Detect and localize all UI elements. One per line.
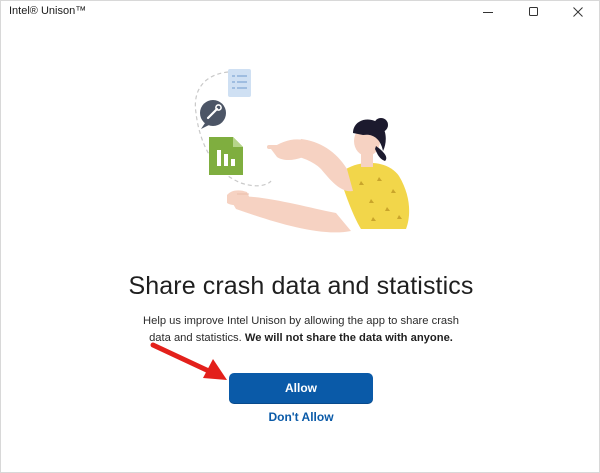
maximize-icon: [529, 7, 538, 16]
app-window: Intel® Unison™ Share crash data and stat…: [0, 0, 600, 473]
chart-document-icon: [209, 137, 243, 175]
window-title: Intel® Unison™: [9, 5, 87, 17]
red-arrow-icon: [150, 342, 227, 380]
list-document-icon: [228, 69, 251, 97]
crash-data-illustration: [194, 69, 410, 233]
minimize-button[interactable]: [465, 1, 511, 23]
minimize-icon: [483, 12, 493, 13]
wrench-icon: [200, 100, 226, 129]
close-button[interactable]: [555, 1, 600, 23]
allow-button[interactable]: Allow: [229, 373, 373, 403]
dialog-heading: Share crash data and statistics: [128, 272, 474, 300]
close-icon: [573, 7, 583, 17]
title-bar: Intel® Unison™: [1, 1, 600, 25]
person-illustration: [227, 118, 410, 233]
maximize-button[interactable]: [511, 1, 557, 23]
dont-allow-link[interactable]: Don't Allow: [251, 410, 351, 424]
privacy-assurance-text: We will not share the data with anyone.: [244, 332, 453, 344]
